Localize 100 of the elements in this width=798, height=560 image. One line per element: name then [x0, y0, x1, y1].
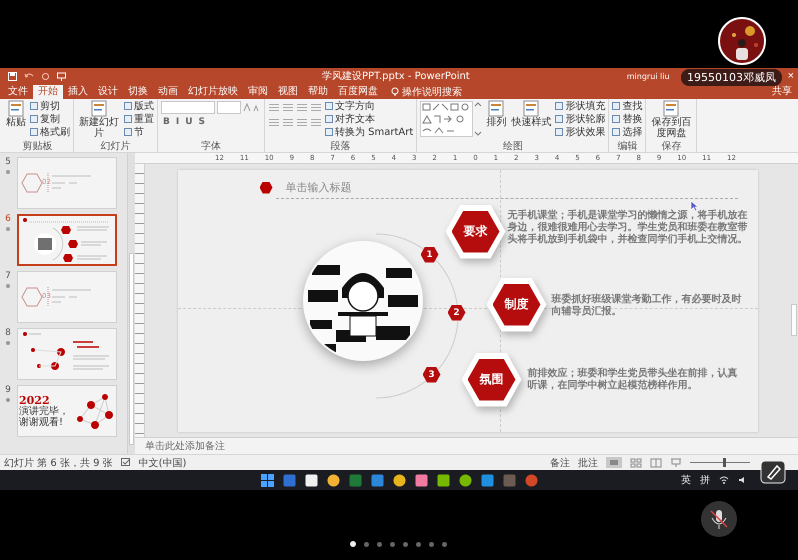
shapes-gallery[interactable]: [420, 101, 482, 137]
list-icon[interactable]: [310, 102, 322, 112]
scroll-thumb[interactable]: [129, 253, 134, 445]
format-button[interactable]: I: [174, 117, 182, 127]
list-icon[interactable]: [296, 118, 308, 126]
ribbon-button[interactable]: 转换为 SmartArt: [325, 126, 414, 138]
close-button[interactable]: ×: [788, 70, 794, 82]
pen-icon[interactable]: [760, 460, 786, 484]
font-size-icon[interactable]: [243, 102, 261, 112]
ribbon-button[interactable]: 替换: [612, 113, 642, 125]
ribbon-button[interactable]: 格式刷: [30, 126, 70, 138]
ribbon-button[interactable]: 对齐文本: [325, 113, 414, 125]
ribbon-button[interactable]: 粘贴: [5, 100, 27, 128]
page-dot[interactable]: [390, 542, 395, 546]
page-dot[interactable]: [364, 542, 369, 546]
ribbon-button[interactable]: 版式: [124, 100, 154, 112]
ribbon-tab[interactable]: 百度网盘: [333, 85, 383, 99]
ribbon-button[interactable]: 选择: [612, 126, 642, 138]
reading-view-icon[interactable]: [650, 458, 662, 468]
ribbon-button[interactable]: 排列: [485, 100, 508, 128]
notes-pane[interactable]: 单击此处添加备注: [145, 439, 225, 453]
list-icon[interactable]: [310, 118, 322, 126]
transition-icon: [5, 397, 11, 403]
app-icon[interactable]: [436, 474, 450, 486]
slide-number: 8: [5, 328, 11, 338]
ribbon-tab[interactable]: 开始: [33, 85, 63, 99]
list-icon[interactable]: [268, 102, 280, 112]
step-number: 2: [448, 304, 466, 320]
ribbon-tab[interactable]: 文件: [3, 85, 33, 99]
presentation-icon[interactable]: [57, 72, 66, 80]
window-title: 学风建设PPT.pptx - PowerPoint: [322, 70, 470, 83]
undo-icon[interactable]: [24, 72, 34, 80]
font-size-field[interactable]: [217, 100, 241, 114]
notes-button[interactable]: 备注: [550, 456, 570, 470]
zoom-slider[interactable]: [723, 458, 726, 467]
language-indicator[interactable]: 中文(中国): [138, 456, 186, 470]
ribbon-tab[interactable]: 幻灯片放映: [183, 85, 243, 99]
ribbon-button[interactable]: 形状填充: [555, 100, 606, 112]
page-dot[interactable]: [429, 542, 434, 546]
ribbon-tab[interactable]: 动画: [153, 85, 183, 99]
list-icon[interactable]: [282, 118, 294, 126]
ribbon-button[interactable]: 复制: [30, 113, 70, 125]
microphone-muted-icon[interactable]: [700, 500, 738, 538]
comments-button[interactable]: 批注: [578, 456, 598, 470]
app-icon[interactable]: [326, 474, 340, 486]
font-field[interactable]: [161, 100, 215, 114]
page-dot[interactable]: [442, 542, 447, 546]
spellcheck-icon[interactable]: [120, 458, 131, 467]
ribbon-tab[interactable]: 帮助: [303, 85, 333, 99]
ribbon-button[interactable]: 文字方向: [325, 100, 414, 112]
ribbon-button[interactable]: 形状效果: [555, 126, 606, 138]
ribbon-button[interactable]: 保存到百度网盘: [649, 100, 694, 139]
share-button[interactable]: 共享: [772, 85, 798, 99]
slideshow-icon[interactable]: [670, 458, 682, 468]
list-icon[interactable]: [282, 102, 294, 112]
point-text: 班委抓好班级课堂考勤工作，有必要时及时向辅导员汇报。: [552, 294, 742, 318]
ribbon-tab[interactable]: 设计: [93, 85, 123, 99]
app-icon[interactable]: [392, 474, 406, 486]
ribbon-button[interactable]: 重置: [124, 113, 154, 125]
input-method-indicator[interactable]: 拼: [700, 473, 710, 487]
wifi-icon[interactable]: [719, 476, 729, 484]
tell-me-search[interactable]: 操作说明搜索: [402, 85, 462, 99]
page-dot[interactable]: [350, 541, 356, 547]
app-icon[interactable]: [304, 474, 318, 486]
ribbon-button[interactable]: 查找: [612, 100, 642, 112]
list-icon[interactable]: [268, 118, 280, 126]
transition-icon: [5, 226, 11, 232]
topic-label: 制度: [492, 284, 540, 326]
group-label: 保存: [660, 141, 682, 152]
page-dot[interactable]: [416, 542, 421, 546]
ribbon-tab[interactable]: 切换: [123, 85, 153, 99]
windows-icon[interactable]: [260, 474, 274, 486]
grid-view-icon[interactable]: [630, 458, 642, 468]
page-dot[interactable]: [377, 542, 382, 546]
ribbon-button[interactable]: 快速样式: [510, 100, 552, 128]
ribbon-button[interactable]: 剪切: [30, 100, 70, 112]
slide-title: 2022: [19, 394, 50, 406]
input-method-indicator[interactable]: 英: [681, 473, 691, 487]
scroll-thumb[interactable]: [791, 304, 797, 336]
format-button[interactable]: B: [161, 117, 172, 127]
ribbon-button[interactable]: 节: [124, 126, 154, 138]
user-name: mingrui liu: [626, 72, 670, 80]
app-icon[interactable]: [414, 474, 428, 486]
step-number: 1: [420, 246, 438, 262]
format-button[interactable]: U: [183, 117, 195, 127]
slide-number: 6: [5, 214, 11, 224]
format-button[interactable]: S: [196, 117, 208, 127]
ribbon-tab[interactable]: 插入: [63, 85, 93, 99]
ribbon-button[interactable]: 形状轮廓: [555, 113, 606, 125]
ribbon-button[interactable]: 新建幻灯片: [77, 100, 121, 139]
ribbon-tab[interactable]: 视图: [273, 85, 303, 99]
slide-number: 5: [5, 157, 11, 167]
normal-view-icon[interactable]: [606, 457, 622, 468]
slide-thumbnail[interactable]: 2022 演讲完毕，谢谢观看!: [17, 385, 117, 437]
app-icon[interactable]: [458, 474, 472, 486]
page-dot[interactable]: [403, 542, 408, 546]
ribbon-tab[interactable]: 审阅: [243, 85, 273, 99]
list-icon[interactable]: [296, 102, 308, 112]
transition-icon: [5, 169, 11, 175]
save-icon[interactable]: [8, 72, 17, 80]
